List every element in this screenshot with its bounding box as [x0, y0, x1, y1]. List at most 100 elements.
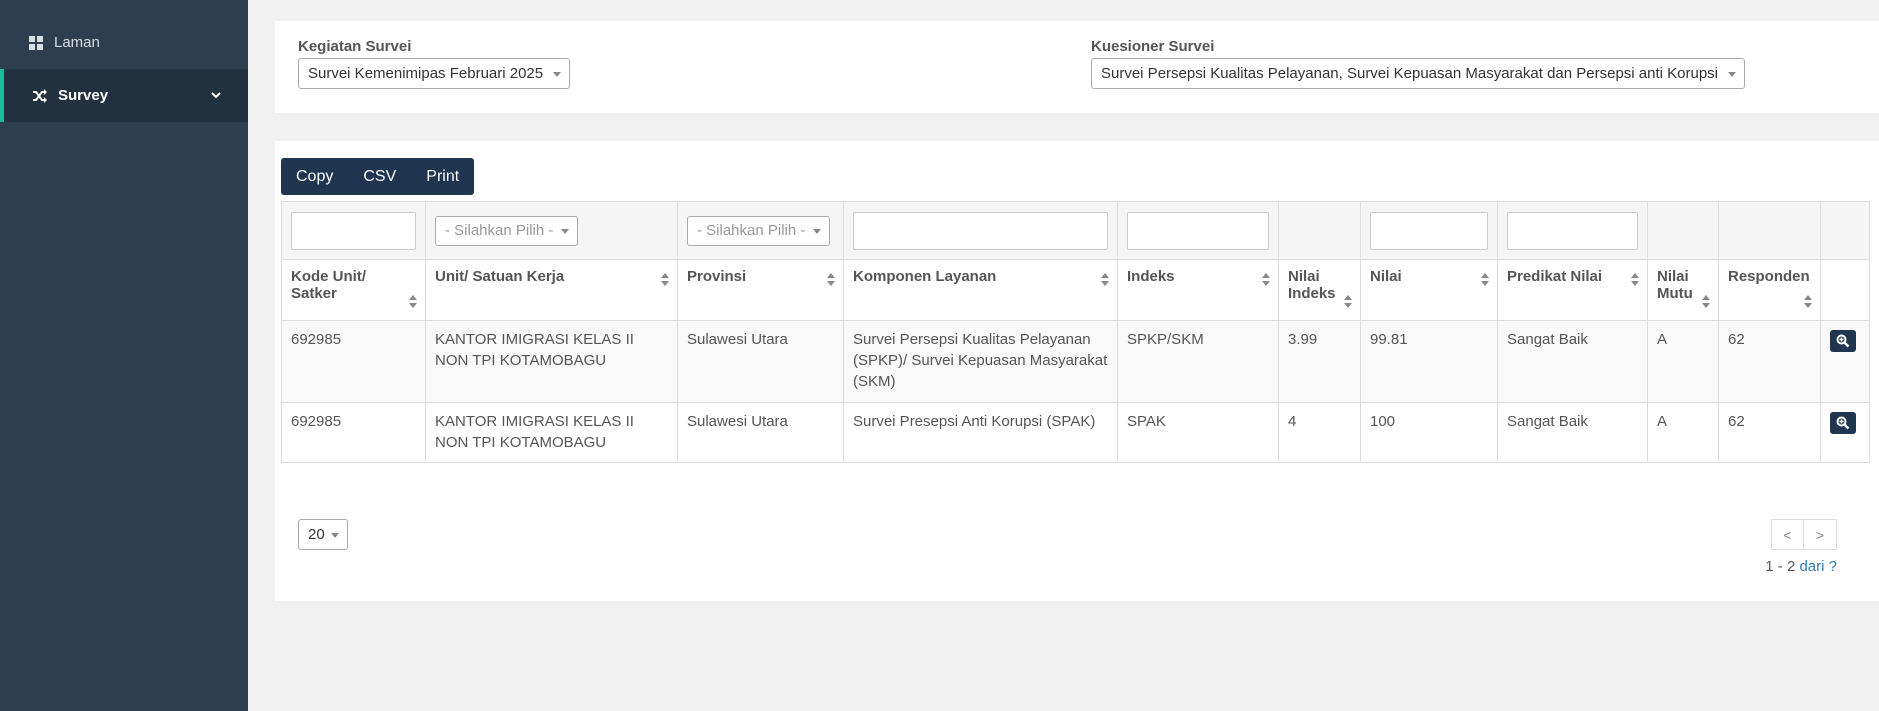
header-label: Nilai Mutu: [1657, 268, 1693, 302]
cell-mutu: A: [1647, 320, 1719, 403]
unit-filter-placeholder: - Silahkan Pilih -: [445, 222, 554, 239]
table-row: 692985 KANTOR IMIGRASI KELAS II NON TPI …: [281, 320, 1870, 403]
caret-down-icon: [331, 533, 339, 538]
cell-indeks: SPAK: [1117, 402, 1279, 463]
nilai-filter-input[interactable]: [1370, 211, 1488, 250]
komponen-filter-input[interactable]: [853, 211, 1108, 250]
filter-cell: [1718, 201, 1821, 260]
sort-icon[interactable]: [1262, 273, 1270, 286]
cell-nilai: 100: [1360, 402, 1498, 463]
sidebar-item-laman[interactable]: Laman: [0, 16, 248, 69]
sort-icon[interactable]: [1101, 273, 1109, 286]
filter-cell: [1820, 201, 1870, 260]
total-pages-link[interactable]: dari ?: [1799, 558, 1837, 575]
export-button-group: Copy CSV Print: [281, 158, 475, 195]
view-detail-button[interactable]: [1830, 330, 1856, 352]
cell-komponen: Survei Presepsi Anti Korupsi (SPAK): [843, 402, 1118, 463]
filter-cell: [281, 201, 426, 260]
filter-cell: [1647, 201, 1719, 260]
header-kode[interactable]: Kode Unit/ Satker: [281, 259, 426, 321]
pagination: < >: [1771, 519, 1837, 550]
header-provinsi[interactable]: Provinsi: [677, 259, 844, 321]
kuesioner-select-value: Survei Persepsi Kualitas Pelayanan, Surv…: [1101, 65, 1719, 82]
header-mutu[interactable]: Nilai Mutu: [1647, 259, 1719, 321]
cell-nilai-indeks: 3.99: [1278, 320, 1361, 403]
header-unit[interactable]: Unit/ Satuan Kerja: [425, 259, 678, 321]
cell-komponen: Survei Persepsi Kualitas Pelayanan (SPKP…: [843, 320, 1118, 403]
sort-icon[interactable]: [661, 273, 669, 286]
header-label: Komponen Layanan: [853, 268, 997, 285]
cell-provinsi: Sulawesi Utara: [677, 320, 844, 403]
cell-mutu: A: [1647, 402, 1719, 463]
filter-cell: [843, 201, 1118, 260]
csv-button[interactable]: CSV: [348, 158, 411, 195]
page-size-select[interactable]: 20: [298, 519, 348, 550]
kegiatan-label: Kegiatan Survei: [298, 38, 412, 55]
print-button[interactable]: Print: [411, 158, 474, 195]
filter-cell: - Silahkan Pilih -: [425, 201, 678, 260]
header-responden[interactable]: Responden: [1718, 259, 1821, 321]
table-row: 692985 KANTOR IMIGRASI KELAS II NON TPI …: [281, 402, 1870, 463]
sort-icon[interactable]: [1344, 295, 1352, 308]
kuesioner-select[interactable]: Survei Persepsi Kualitas Pelayanan, Surv…: [1091, 58, 1746, 89]
header-label: Nilai: [1370, 268, 1402, 285]
kuesioner-label: Kuesioner Survei: [1091, 38, 1215, 55]
sort-icon[interactable]: [1631, 273, 1639, 286]
sort-icon[interactable]: [1804, 295, 1812, 308]
caret-down-icon: [553, 72, 562, 77]
next-page-button[interactable]: >: [1804, 519, 1837, 550]
cell-provinsi: Sulawesi Utara: [677, 402, 844, 463]
header-indeks[interactable]: Indeks: [1117, 259, 1279, 321]
header-label: Provinsi: [687, 268, 747, 285]
sidebar-item-survey[interactable]: Survey: [0, 69, 248, 122]
sort-icon[interactable]: [827, 273, 835, 286]
cell-responden: 62: [1718, 402, 1821, 463]
zoom-in-icon: [1836, 334, 1850, 348]
filter-cell: [1117, 201, 1279, 260]
provinsi-filter-select[interactable]: - Silahkan Pilih -: [687, 215, 831, 246]
cell-kode: 692985: [281, 402, 426, 463]
sort-icon[interactable]: [1481, 273, 1489, 286]
indeks-filter-input[interactable]: [1127, 211, 1269, 250]
page-size-value: 20: [308, 526, 325, 543]
cell-unit: KANTOR IMIGRASI KELAS II NON TPI KOTAMOB…: [425, 320, 678, 403]
pagination-info: 1 - 2 dari ?: [1765, 558, 1837, 575]
kegiatan-select[interactable]: Survei Kemenimipas Februari 2025: [298, 58, 571, 89]
cell-unit: KANTOR IMIGRASI KELAS II NON TPI KOTAMOB…: [425, 402, 678, 463]
header-nilai-indeks[interactable]: Nilai Indeks: [1278, 259, 1361, 321]
copy-button[interactable]: Copy: [281, 158, 348, 195]
header-komponen[interactable]: Komponen Layanan: [843, 259, 1118, 321]
results-panel: Copy CSV Print - Silahkan Pilih - - Sila…: [275, 141, 1879, 601]
unit-filter-select[interactable]: - Silahkan Pilih -: [435, 215, 579, 246]
zoom-in-icon: [1836, 416, 1850, 430]
header-label: Unit/ Satuan Kerja: [435, 268, 565, 285]
caret-down-icon: [813, 228, 822, 234]
column-filter-row: - Silahkan Pilih - - Silahkan Pilih -: [281, 201, 1870, 260]
results-table: - Silahkan Pilih - - Silahkan Pilih - Ko…: [281, 201, 1870, 463]
caret-down-icon: [561, 228, 570, 234]
cell-action: [1820, 402, 1870, 463]
sort-icon[interactable]: [409, 295, 417, 308]
survey-filter-panel: Kegiatan Survei Survei Kemenimipas Febru…: [275, 21, 1879, 113]
provinsi-filter-placeholder: - Silahkan Pilih -: [697, 222, 806, 239]
cell-kode: 692985: [281, 320, 426, 403]
header-nilai[interactable]: Nilai: [1360, 259, 1498, 321]
sort-icon[interactable]: [1702, 295, 1710, 308]
header-label: Kode Unit/ Satker: [291, 268, 366, 302]
dashboard-icon: [28, 35, 44, 51]
prev-page-button[interactable]: <: [1771, 519, 1804, 550]
filter-cell: [1497, 201, 1648, 260]
filter-cell: [1360, 201, 1498, 260]
header-label: Predikat Nilai: [1507, 268, 1603, 285]
cell-indeks: SPKP/SKM: [1117, 320, 1279, 403]
header-label: Nilai Indeks: [1288, 268, 1336, 302]
sidebar-item-label: Survey: [58, 87, 109, 104]
header-label: Indeks: [1127, 268, 1175, 285]
cell-responden: 62: [1718, 320, 1821, 403]
predikat-filter-input[interactable]: [1507, 211, 1638, 250]
cell-nilai-indeks: 4: [1278, 402, 1361, 463]
header-predikat[interactable]: Predikat Nilai: [1497, 259, 1648, 321]
view-detail-button[interactable]: [1830, 412, 1856, 434]
caret-down-icon: [1728, 72, 1737, 77]
kode-filter-input[interactable]: [291, 211, 416, 250]
